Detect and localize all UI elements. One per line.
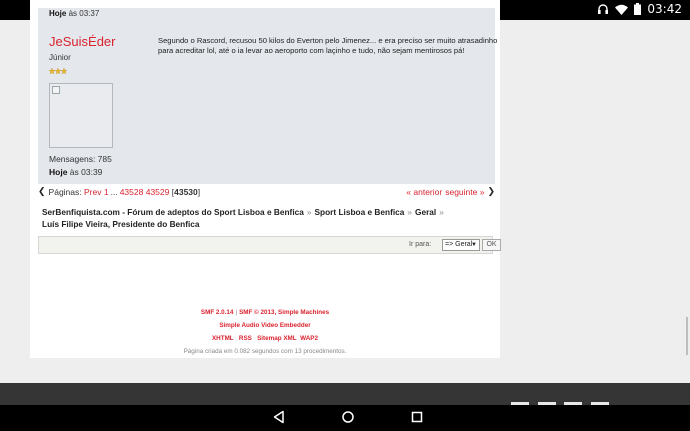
- bottom-toolbar: [0, 383, 690, 405]
- clock: 03:42: [647, 2, 682, 16]
- recents-icon[interactable]: [410, 410, 424, 424]
- footer-link-sitemap[interactable]: Sitemap XML: [257, 335, 297, 342]
- avatar[interactable]: [49, 83, 113, 148]
- prev-time-label: Hoje: [49, 9, 67, 18]
- footer-separator: |: [235, 309, 238, 316]
- footer-link-rss[interactable]: RSS: [239, 335, 252, 342]
- prev-page-link[interactable]: Prev: [84, 187, 101, 197]
- jump-select[interactable]: => Geral ▼: [442, 239, 480, 251]
- topic-nav: « anterior seguinte » ❯: [406, 186, 495, 197]
- forum-page: Hoje às 03:37 JeSuisÉder Júnior Mensagen…: [30, 0, 501, 358]
- poster-rank: Júnior: [49, 53, 71, 62]
- pages-label: Páginas:: [48, 186, 82, 197]
- breadcrumb-separator: »: [407, 207, 413, 217]
- page-link[interactable]: 43528: [120, 187, 144, 197]
- wifi-icon: [615, 4, 629, 15]
- chevron-down-icon: ▼: [471, 242, 477, 248]
- jump-label: Ir para:: [409, 241, 432, 248]
- breadcrumb-separator: »: [439, 207, 444, 217]
- post: Hoje às 03:37 JeSuisÉder Júnior Mensagen…: [38, 8, 498, 184]
- pagination: ❮ Páginas: Prev 1 ... 43528 43529 [43530…: [38, 186, 200, 197]
- post-time-suffix: às 03:39: [69, 167, 103, 177]
- battery-icon: [634, 3, 642, 15]
- android-nav-bar: [0, 405, 690, 431]
- breadcrumb-separator: »: [306, 207, 312, 217]
- post-body: Segundo o Rascord, recusou 50 kilos do E…: [158, 36, 498, 55]
- breadcrumb-item-topic[interactable]: Luís Filipe Vieira, Presidente do Benfic…: [42, 219, 200, 229]
- footer-credits: SMF 2.0.14 | SMF © 2013, Simple Machines: [30, 309, 500, 316]
- breadcrumb-item-general[interactable]: Geral: [415, 207, 436, 217]
- post-time-label: Hoje: [49, 167, 68, 177]
- footer-links: XHTML RSS Sitemap XML WAP2: [30, 335, 500, 342]
- jump-to-bar: Ir para: => Geral ▼ OK: [38, 236, 501, 254]
- headphones-icon: [598, 4, 609, 14]
- smf-version-link[interactable]: SMF 2.0.14: [201, 309, 234, 316]
- chevron-right-icon[interactable]: ❯: [487, 186, 495, 197]
- breadcrumb-item-board[interactable]: Sport Lisboa e Benfica: [314, 207, 404, 217]
- posts-count: Mensagens: 785: [49, 154, 112, 164]
- back-icon[interactable]: [272, 410, 286, 424]
- footer-stats: Página criada em 0.082 segundos com 13 p…: [183, 348, 347, 355]
- footer-link-xhtml[interactable]: XHTML: [212, 335, 234, 342]
- jump-selected: => Geral: [445, 241, 473, 248]
- smf-copyright-link[interactable]: SMF © 2013, Simple Machines: [239, 309, 329, 316]
- home-icon[interactable]: [341, 410, 355, 424]
- scrollbar[interactable]: [686, 317, 688, 355]
- prev-time-suffix: às 03:37: [68, 9, 100, 18]
- chevron-left-icon[interactable]: ❮: [38, 186, 46, 197]
- post-time: Hoje às 03:39: [49, 167, 102, 177]
- pages-ellipsis: ...: [110, 186, 118, 197]
- rank-stars: [49, 68, 67, 74]
- breadcrumb-item-forum[interactable]: SerBenfiquista.com - Fórum de adeptos do…: [42, 207, 304, 217]
- footer-link-wap2[interactable]: WAP2: [300, 335, 318, 342]
- next-topic-link[interactable]: seguinte »: [445, 187, 484, 197]
- page-link[interactable]: 43529: [146, 187, 170, 197]
- previous-topic-link[interactable]: « anterior: [406, 187, 442, 197]
- footer-plugin[interactable]: Simple Audio Video Embedder: [30, 322, 500, 329]
- current-page: 43530: [174, 186, 198, 197]
- current-page-bracket: ]: [197, 186, 201, 197]
- broken-image-icon: [52, 86, 60, 94]
- breadcrumb: SerBenfiquista.com - Fórum de adeptos do…: [42, 206, 492, 230]
- previous-post-time: Hoje às 03:37: [49, 9, 99, 18]
- star-icon: [61, 68, 67, 74]
- jump-ok-button[interactable]: OK: [482, 239, 501, 251]
- page-link-first[interactable]: 1: [104, 187, 109, 197]
- poster-name[interactable]: JeSuisÉder: [49, 34, 115, 49]
